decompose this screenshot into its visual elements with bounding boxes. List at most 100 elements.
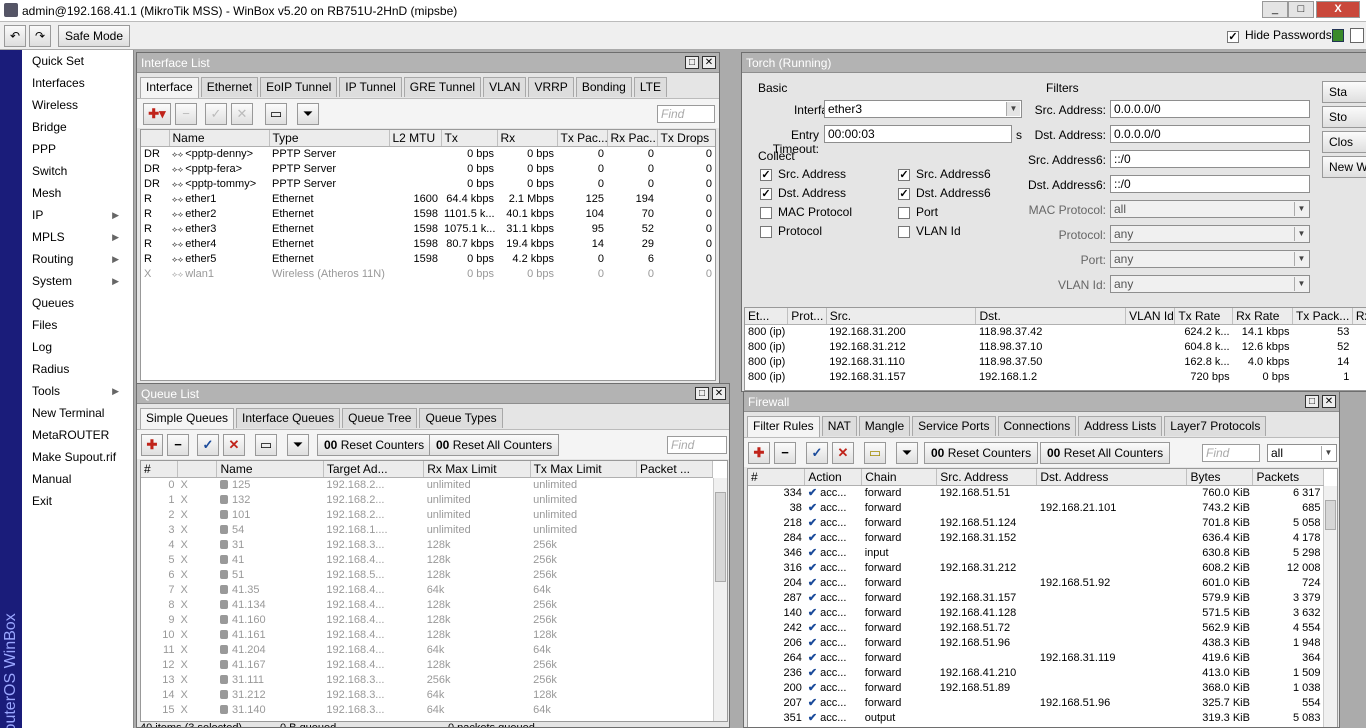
menu-item-queues[interactable]: Queues [22,292,133,314]
torch-button-3[interactable]: New W [1322,156,1366,178]
minimize-button[interactable]: _ [1262,1,1288,18]
collect-checkbox-src-address[interactable]: ✓ Src. Address [760,167,846,181]
checkbox[interactable] [760,206,772,219]
comment-button[interactable]: ▭ [255,434,277,456]
menu-item-mesh[interactable]: Mesh [22,182,133,204]
tab-eoip-tunnel[interactable]: EoIP Tunnel [260,77,338,97]
close-window-button[interactable]: X [1316,1,1360,18]
table-row[interactable]: 800 (ip) 192.168.31.157 192.168.1.2 720 bps… [745,370,1366,385]
checkbox[interactable]: ✓ [760,168,772,181]
tab-service-ports[interactable]: Service Ports [912,416,996,436]
collect-checkbox-vlan-id[interactable]: VLAN Id [898,224,961,238]
column-header[interactable]: Rx Rate [1232,308,1293,325]
filter-input-src-address-[interactable]: 0.0.0.0/0 [1110,100,1310,118]
remove-button[interactable]: − [167,434,189,456]
undo-button[interactable]: ↶ [4,25,26,47]
tab-nat[interactable]: NAT [821,416,857,436]
table-row[interactable]: 140 ✔ acc... forward 192.168.41.128 571.5 Ki… [748,606,1324,621]
table-row[interactable]: 5 X 41 192.168.4... 128k 256k [141,553,713,568]
column-header[interactable]: Target Ad... [323,461,425,478]
hide-passwords-checkbox[interactable]: ✓ [1227,29,1239,43]
filter-input-port-[interactable]: any ▼ [1110,250,1310,268]
collect-checkbox-port[interactable]: Port [898,205,938,219]
table-row[interactable]: 284 ✔ acc... forward 192.168.31.152 636.4 Ki… [748,531,1324,546]
filter-input-src-address6-[interactable]: ::/0 [1110,150,1310,168]
tab-ip-tunnel[interactable]: IP Tunnel [339,77,402,97]
column-header[interactable]: Tx [441,130,498,147]
interface-select[interactable]: ether3 ▼ [824,100,1022,118]
collect-checkbox-protocol[interactable]: Protocol [760,224,822,238]
column-header[interactable]: VLAN Id [1125,308,1176,325]
restore-icon[interactable]: □ [695,387,709,400]
table-row[interactable]: 13 X 31.111 192.168.3... 256k 256k [141,673,713,688]
checkbox[interactable] [898,225,910,238]
tab-filter-rules[interactable]: Filter Rules [747,416,820,438]
column-header[interactable]: Chain [861,469,938,486]
tab-interface[interactable]: Interface [140,77,199,99]
column-header[interactable]: Rx Max Limit [423,461,531,478]
close-icon[interactable]: ✕ [1322,395,1336,408]
chevron-down-icon[interactable]: ▼ [1294,252,1308,266]
column-header[interactable]: Name [169,130,270,147]
table-row[interactable]: R ⟡⟢ ether5 Ethernet 1598 0 bps 4.2 kbps 0 6 0 [141,252,715,267]
add-button[interactable]: ✚ [141,434,163,456]
tab-interface-queues[interactable]: Interface Queues [236,408,341,428]
column-header[interactable]: Prot... [787,308,827,325]
tab-ethernet[interactable]: Ethernet [200,77,259,97]
disable-button[interactable]: ✕ [223,434,245,456]
column-header[interactable]: Rx [497,130,558,147]
enable-button[interactable]: ✓ [806,442,828,464]
checkbox[interactable]: ✓ [898,187,910,200]
entry-timeout-input[interactable]: 00:00:03 [824,125,1012,143]
remove-button[interactable]: − [774,442,796,464]
menu-item-system[interactable]: System ▶ [22,270,133,292]
table-row[interactable]: 38 ✔ acc... forward 192.168.21.101 743.2 KiB… [748,501,1324,516]
firewall-scrollbar[interactable] [1323,486,1337,727]
table-row[interactable]: 200 ✔ acc... forward 192.168.51.89 368.0 KiB… [748,681,1324,696]
table-row[interactable]: 264 ✔ acc... forward 192.168.31.119 419.6 Ki… [748,651,1324,666]
menu-item-bridge[interactable]: Bridge [22,116,133,138]
tab-vlan[interactable]: VLAN [483,77,527,97]
menu-item-files[interactable]: Files [22,314,133,336]
menu-item-mpls[interactable]: MPLS ▶ [22,226,133,248]
table-row[interactable]: 9 X 41.160 192.168.4... 128k 256k [141,613,713,628]
column-header[interactable]: Packet ... [636,461,714,478]
table-row[interactable]: 10 X 41.161 192.168.4... 128k 128k [141,628,713,643]
checkbox[interactable] [760,225,772,238]
column-header[interactable] [177,461,218,478]
column-header[interactable]: Name [216,461,324,478]
tab-queue-tree[interactable]: Queue Tree [342,408,418,428]
table-row[interactable]: 4 X 31 192.168.3... 128k 256k [141,538,713,553]
menu-item-wireless[interactable]: Wireless [22,94,133,116]
tab-vrrp[interactable]: VRRP [528,77,574,97]
tab-gre-tunnel[interactable]: GRE Tunnel [403,77,482,97]
table-row[interactable]: 242 ✔ acc... forward 192.168.51.72 562.9 KiB… [748,621,1324,636]
menu-item-interfaces[interactable]: Interfaces [22,72,133,94]
torch-button-2[interactable]: Clos [1322,131,1366,153]
table-row[interactable]: X ⟡⟢ wlan1 Wireless (Atheros 11N) 0 bps 0 bps… [141,267,715,282]
column-header[interactable]: Tx Rate [1174,308,1234,325]
stop-icon[interactable] [1350,28,1364,43]
table-row[interactable]: 204 ✔ acc... forward 192.168.51.92 601.0 KiB… [748,576,1324,591]
checkbox[interactable]: ✓ [760,187,772,200]
table-row[interactable]: 14 X 31.212 192.168.3... 64k 128k [141,688,713,703]
menu-item-quick-set[interactable]: Quick Set [22,50,133,72]
enable-button[interactable]: ✓ [205,103,227,125]
chevron-down-icon[interactable]: ▼ [1294,227,1308,241]
table-row[interactable]: 800 (ip) 192.168.31.200 118.98.37.42 624.2 … [745,324,1366,340]
reset-counters-button[interactable]: 00 Reset Counters [317,434,432,456]
filter-icon[interactable]: ⏷ [287,434,309,456]
table-row[interactable]: 236 ✔ acc... forward 192.168.41.210 413.0 Ki… [748,666,1324,681]
menu-item-manual[interactable]: Manual [22,468,133,490]
disable-button[interactable]: ✕ [832,442,854,464]
firewall-find-input[interactable]: Find [1202,444,1260,462]
reset-counters-button[interactable]: 00 Reset Counters [924,442,1039,464]
column-header[interactable]: Tx Drops [657,130,715,147]
torch-button-0[interactable]: Sta [1322,81,1366,103]
add-button[interactable]: ✚ [748,442,770,464]
redo-button[interactable]: ↷ [29,25,51,47]
table-row[interactable]: 334 ✔ acc... forward 192.168.51.51 760.0 KiB… [748,485,1324,501]
column-header[interactable]: Type [269,130,390,147]
collect-checkbox-src-address6[interactable]: ✓ Src. Address6 [898,167,991,181]
table-row[interactable]: 12 X 41.167 192.168.4... 128k 256k [141,658,713,673]
